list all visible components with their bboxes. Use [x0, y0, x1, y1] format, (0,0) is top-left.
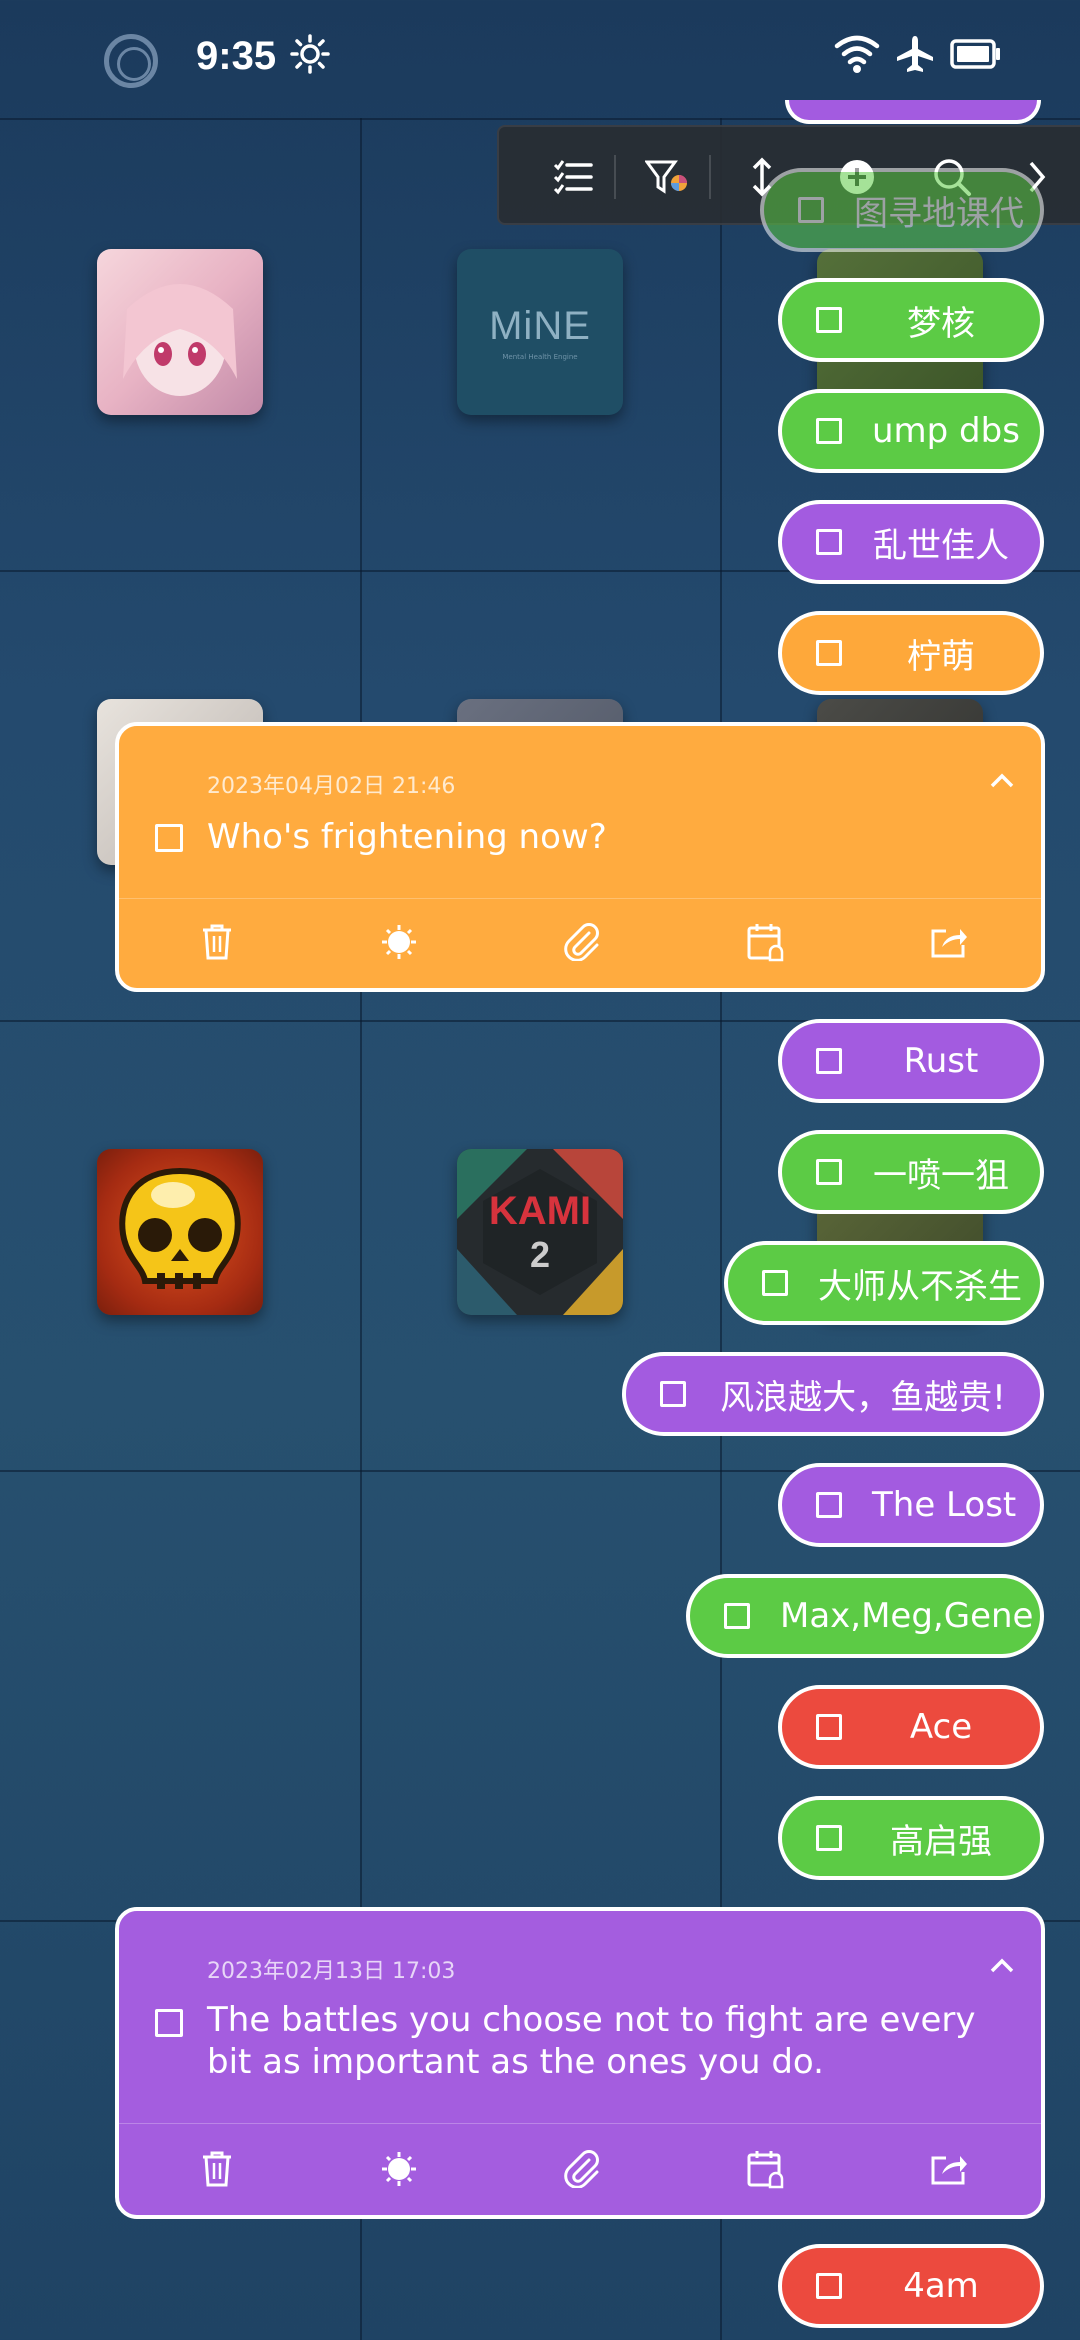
wifi-icon — [834, 35, 880, 73]
card-divider — [119, 898, 1041, 899]
share-button[interactable] — [927, 920, 971, 964]
pill-label: Rust — [903, 1041, 979, 1081]
pill-label: 大师从不杀生 — [818, 1266, 1022, 1307]
delete-button[interactable] — [195, 920, 239, 964]
pill-label: 图寻地课代 — [854, 193, 1024, 234]
anime-app-icon[interactable] — [97, 249, 263, 415]
pill-item[interactable]: 风浪越大，鱼越贵! — [622, 1352, 1044, 1436]
pill-label: Max,Meg,Gene — [780, 1596, 1034, 1636]
checkbox[interactable] — [816, 1159, 842, 1185]
checkbox[interactable] — [816, 2273, 842, 2299]
reminder-button[interactable] — [744, 920, 788, 964]
checkbox[interactable] — [816, 1048, 842, 1074]
list-icon — [553, 160, 593, 195]
pill-label: 4am — [903, 2266, 979, 2306]
color-button[interactable] — [377, 920, 421, 964]
pill-item[interactable]: 高启强 — [778, 1796, 1044, 1880]
note-date: 2023年02月13日 17:03 — [207, 1959, 456, 1984]
checkbox[interactable] — [816, 1825, 842, 1851]
pill-label: 风浪越大，鱼越贵! — [720, 1377, 1006, 1418]
pill-item-partial[interactable] — [785, 100, 1041, 124]
pill-item[interactable]: The Lost — [778, 1463, 1044, 1547]
pill-label: 乱世佳人 — [873, 525, 1009, 566]
attach-button[interactable] — [560, 2147, 604, 2191]
checkbox[interactable] — [762, 1270, 788, 1296]
battery-icon — [950, 39, 1000, 69]
calendar-reminder-icon — [747, 2151, 784, 2189]
trash-icon — [203, 924, 231, 960]
notification-ring-icon — [104, 34, 158, 88]
pill-label: Ace — [909, 1707, 973, 1747]
trash-icon — [203, 2151, 231, 2187]
checkbox[interactable] — [660, 1381, 686, 1407]
checkbox[interactable] — [816, 1492, 842, 1518]
pill-label: 柠萌 — [907, 636, 975, 677]
brightness-icon — [382, 925, 416, 959]
airplane-mode-icon — [897, 36, 933, 72]
pill-label: 高启强 — [890, 1821, 992, 1862]
checkbox[interactable] — [816, 640, 842, 666]
filter-button[interactable] — [639, 149, 695, 205]
pill-label: ump dbs — [872, 411, 1020, 451]
pill-item[interactable]: 乱世佳人 — [778, 500, 1044, 584]
pill-item[interactable]: Max,Meg,Gene — [686, 1574, 1044, 1658]
pill-item[interactable]: 大师从不杀生 — [724, 1241, 1044, 1325]
kami-app-number: 2 — [529, 1233, 551, 1275]
checkbox[interactable] — [724, 1603, 750, 1629]
collapse-chevron-icon[interactable] — [989, 1953, 1015, 1979]
pill-item[interactable]: 柠萌 — [778, 611, 1044, 695]
checkbox[interactable] — [816, 418, 842, 444]
checkbox[interactable] — [798, 197, 824, 223]
mine-app-icon[interactable]: MiNE Mental Health Engine — [457, 249, 623, 415]
pill-label: 一喷一狙 — [873, 1155, 1009, 1196]
checkbox[interactable] — [816, 307, 842, 333]
pill-item[interactable]: 4am — [778, 2244, 1044, 2328]
brawl-stars-app-icon[interactable] — [97, 1149, 263, 1315]
pill-label: 梦核 — [907, 303, 975, 344]
expanded-note-card[interactable]: 2023年04月02日 21:46 Who's frightening now? — [115, 722, 1045, 992]
share-button[interactable] — [927, 2147, 971, 2191]
delete-button[interactable] — [195, 2147, 239, 2191]
brightness-icon — [290, 34, 330, 74]
pill-label: The Lost — [872, 1485, 1017, 1525]
note-text[interactable]: The battles you choose not to fight are … — [207, 1999, 981, 2083]
card-divider — [119, 2123, 1041, 2124]
pill-item[interactable]: Ace — [778, 1685, 1044, 1769]
color-button[interactable] — [377, 2147, 421, 2191]
status-time: 9:35 — [196, 34, 277, 78]
pill-item[interactable]: ump dbs — [778, 389, 1044, 473]
mine-app-sublabel: Mental Health Engine — [502, 352, 578, 361]
checkbox[interactable] — [816, 1714, 842, 1740]
note-checkbox[interactable] — [155, 2009, 183, 2037]
pill-item[interactable]: 梦核 — [778, 278, 1044, 362]
pill-item[interactable]: 一喷一狙 — [778, 1130, 1044, 1214]
mine-app-label: MiNE — [489, 303, 591, 348]
share-icon — [931, 929, 967, 958]
pill-item[interactable]: Rust — [778, 1019, 1044, 1103]
note-date: 2023年04月02日 21:46 — [207, 774, 456, 799]
pill-item[interactable]: 图寻地课代 — [760, 168, 1044, 252]
reminder-button[interactable] — [744, 2147, 788, 2191]
list-button[interactable] — [545, 149, 601, 205]
note-checkbox[interactable] — [155, 824, 183, 852]
paperclip-icon — [564, 923, 599, 961]
collapse-chevron-icon[interactable] — [989, 768, 1015, 794]
kami-2-app-icon[interactable]: KAMI 2 — [457, 1149, 623, 1315]
calendar-reminder-icon — [747, 924, 784, 962]
paperclip-icon — [564, 2150, 599, 2188]
filter-icon — [645, 160, 687, 194]
brightness-icon — [382, 2152, 416, 2186]
toolbar-divider — [709, 155, 711, 199]
attach-button[interactable] — [560, 920, 604, 964]
note-text[interactable]: Who's frightening now? — [207, 816, 981, 858]
expanded-note-card[interactable]: 2023年02月13日 17:03 The battles you choose… — [115, 1907, 1045, 2219]
checkbox[interactable] — [816, 529, 842, 555]
share-icon — [931, 2156, 967, 2185]
toolbar-divider — [614, 155, 616, 199]
kami-app-label: KAMI — [488, 1188, 592, 1233]
